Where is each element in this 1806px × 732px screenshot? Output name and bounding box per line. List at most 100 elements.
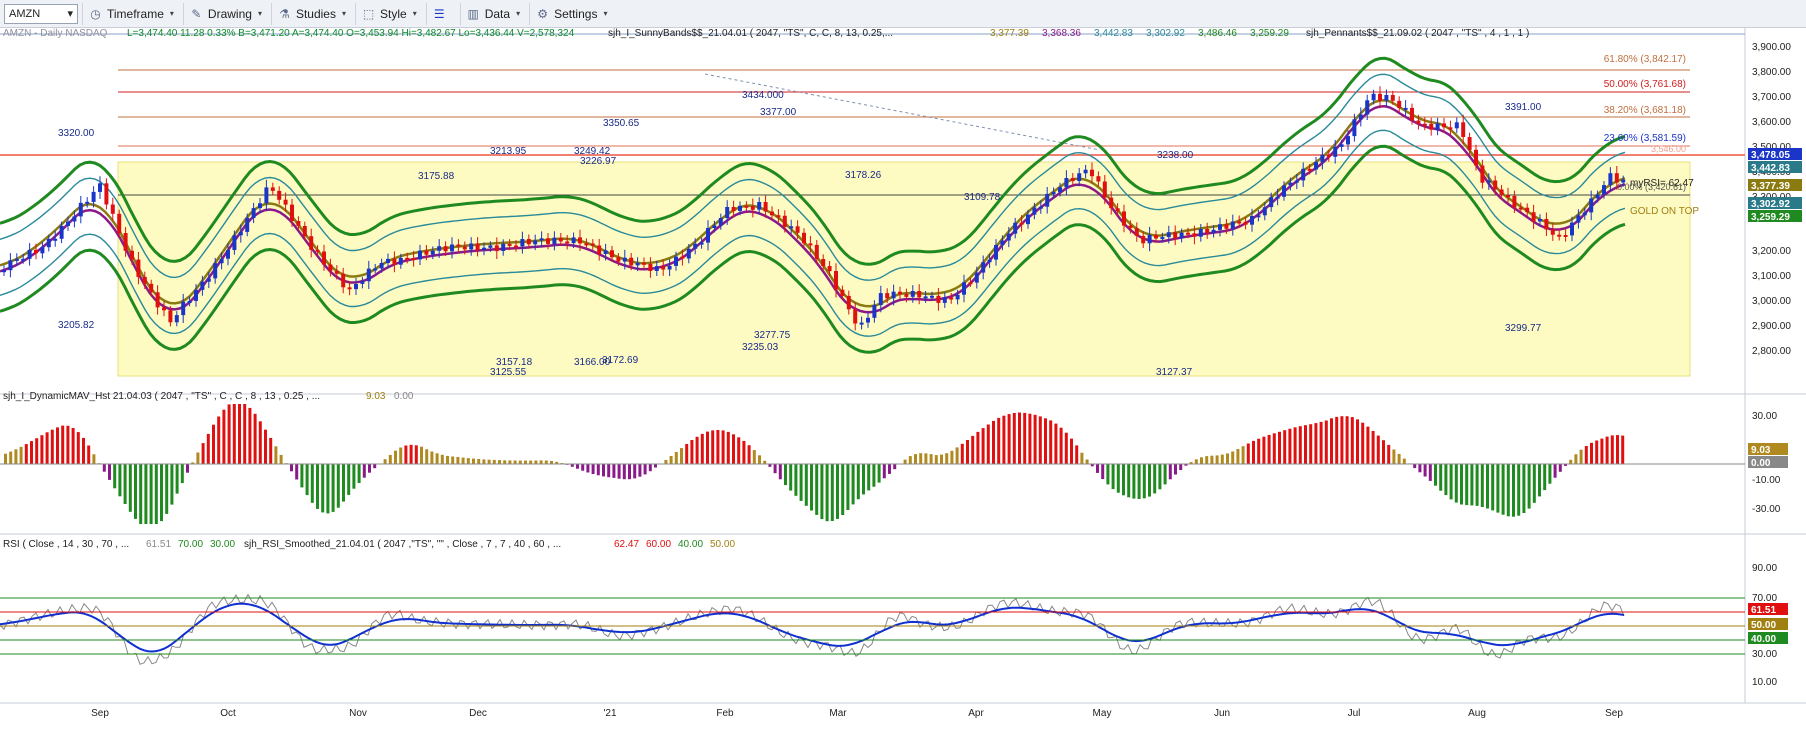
yellow-zone	[117, 161, 1691, 377]
candle-up	[539, 238, 544, 241]
candle-up	[622, 257, 627, 262]
candle-down	[578, 237, 582, 244]
histogram-bar	[524, 460, 527, 464]
histogram-bar	[76, 432, 80, 464]
histogram-bar	[862, 464, 865, 495]
candle-down	[565, 241, 570, 244]
data-menu[interactable]: ▥ Data ▾	[459, 2, 525, 25]
candle-down	[1122, 211, 1126, 226]
candle-up	[1301, 168, 1306, 181]
candle-up	[213, 263, 218, 279]
month-label: Mar	[829, 708, 847, 719]
chart-area[interactable]: AMZN - Daily NASDAQ L=3,474.40 11.28 0.3…	[0, 28, 1806, 732]
histogram-bar	[196, 452, 200, 464]
candle-down	[968, 282, 973, 285]
histogram-bar	[1054, 423, 1058, 464]
histogram-bar	[804, 464, 808, 506]
price-axis-tick: 2,800.00	[1752, 346, 1791, 357]
histogram-bar	[430, 451, 434, 464]
histogram-bar	[576, 464, 579, 469]
rsi-value: 70.00	[178, 539, 203, 550]
studies-menu[interactable]: ⚗ Studies ▾	[270, 2, 351, 25]
candle-down	[808, 243, 813, 246]
histogram-bar	[971, 435, 975, 464]
pencil-icon: ✎	[191, 6, 202, 21]
histogram-bar	[347, 464, 351, 495]
histogram-bar	[1252, 440, 1255, 464]
candle-up	[699, 242, 704, 245]
studies-label: Studies	[295, 6, 336, 21]
histogram-bar	[336, 464, 340, 508]
histogram-bar	[248, 407, 252, 464]
hist-axis-tick: -30.00	[1752, 504, 1781, 515]
histogram-bar	[4, 453, 7, 464]
candle-up	[718, 218, 723, 226]
drawing-menu[interactable]: ✎ Drawing ▾	[182, 2, 267, 25]
histogram-bar	[102, 464, 106, 472]
style-menu[interactable]: ⬚ Style ▾	[355, 2, 422, 25]
gear-icon: ⚙	[537, 6, 548, 21]
candle-up	[46, 238, 51, 248]
histogram-bar	[711, 430, 715, 464]
layout-button[interactable]: ☰	[425, 2, 456, 25]
histogram-bar	[586, 464, 590, 473]
candle-up	[21, 258, 26, 261]
candle-down	[405, 257, 410, 260]
candle-down	[123, 233, 128, 251]
histogram-bar	[836, 464, 839, 519]
histogram-bar	[638, 464, 642, 477]
candle-down	[315, 249, 320, 252]
histogram-bar	[1616, 435, 1619, 464]
candle-up	[738, 205, 742, 211]
rsi-axis-tick: 70.00	[1752, 593, 1777, 604]
candle-down	[546, 238, 550, 244]
price-annotation: 3391.00	[1505, 102, 1542, 113]
histogram-bar	[1434, 464, 1437, 486]
histogram-bar	[1033, 414, 1037, 464]
candle-down	[1493, 180, 1498, 190]
chart-canvas[interactable]: AMZN - Daily NASDAQ L=3,474.40 11.28 0.3…	[0, 28, 1806, 732]
histogram-bar	[846, 464, 850, 510]
histogram-bar	[596, 464, 600, 476]
candle-up	[27, 249, 32, 259]
candle-up	[706, 228, 710, 243]
flask-icon: ⚗	[279, 6, 290, 21]
histogram-bar	[1621, 435, 1625, 464]
candle-down	[296, 221, 301, 226]
histogram-bar	[1148, 464, 1151, 497]
candle-up	[206, 278, 211, 282]
candle-up	[59, 225, 64, 239]
candle-up	[859, 322, 864, 325]
histogram-bar	[1335, 416, 1339, 464]
histogram-bar	[742, 440, 746, 464]
fib-label-236: 23.60% (3,581.59)	[1604, 133, 1686, 144]
candle-down	[1115, 208, 1120, 212]
histogram-bar	[1298, 426, 1302, 464]
histogram-bar	[622, 464, 626, 480]
candle-down	[1429, 123, 1434, 130]
candle-down	[1544, 219, 1549, 230]
histogram-bar	[243, 404, 247, 464]
histogram-bar	[1470, 464, 1474, 506]
histogram-bar	[976, 431, 980, 464]
candle-up	[1179, 232, 1184, 239]
histogram-bar	[669, 456, 673, 464]
histogram-bar	[1449, 464, 1453, 500]
settings-menu[interactable]: ⚙ Settings ▾	[529, 2, 612, 25]
candle-up	[398, 257, 403, 265]
symbol-input[interactable]: AMZN ▾	[4, 3, 78, 24]
candle-up	[974, 272, 979, 283]
histogram-bar	[1028, 413, 1032, 464]
candle-down	[277, 190, 282, 200]
rsi-value: 60.00	[646, 539, 671, 550]
histogram-bar	[1522, 464, 1526, 513]
candle-up	[667, 265, 672, 270]
candle-down	[661, 266, 666, 270]
chevron-down-icon: ▾	[412, 9, 417, 18]
price-axis-tick: 3,100.00	[1752, 271, 1791, 282]
candle-up	[226, 250, 230, 259]
chevron-down-icon[interactable]: ▾	[67, 7, 73, 20]
timeframe-menu[interactable]: ◷ Timeframe ▾	[82, 2, 179, 25]
histogram-bar	[45, 432, 49, 464]
candle-down	[584, 243, 589, 246]
